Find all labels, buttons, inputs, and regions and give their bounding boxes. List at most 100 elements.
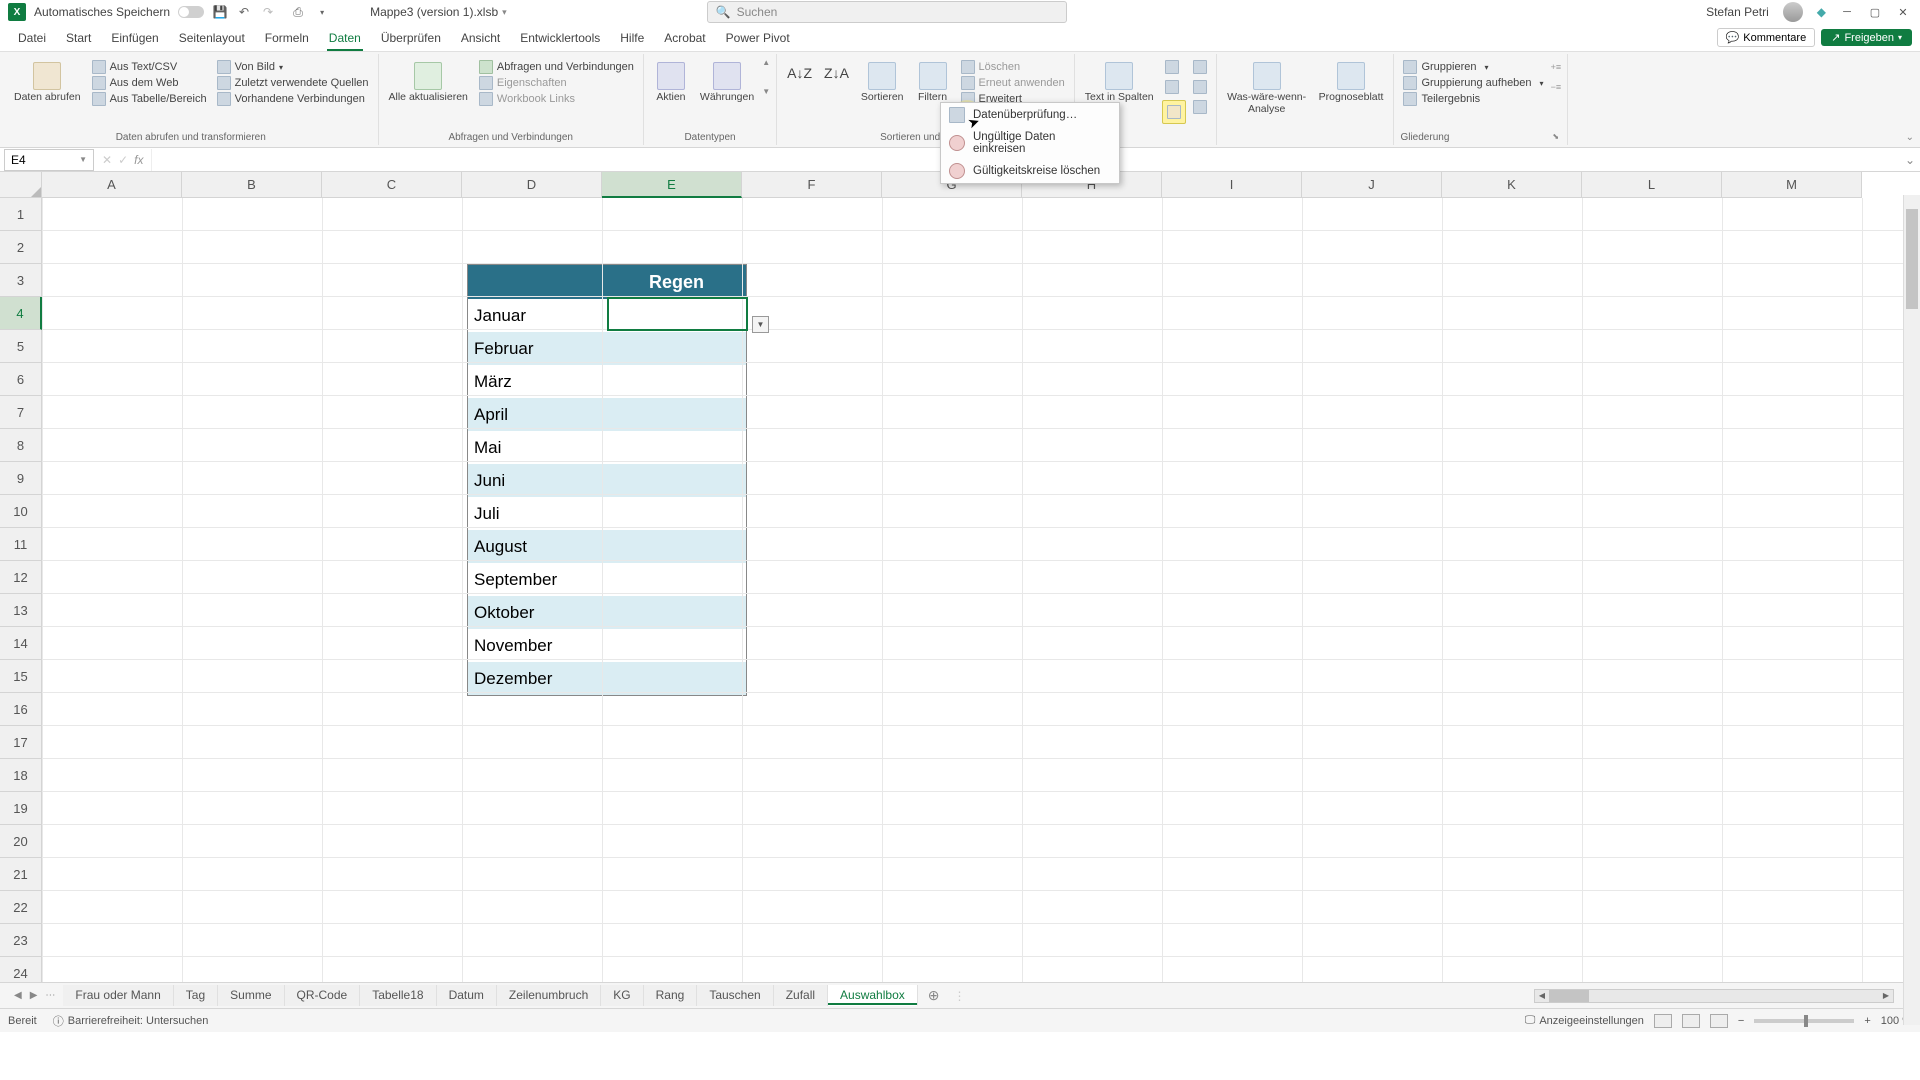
refresh-all-button[interactable]: Alle aktualisieren — [385, 58, 472, 106]
group-rows-button[interactable]: Gruppieren▾ — [1400, 60, 1546, 74]
search-input[interactable]: 🔍 Suchen — [707, 1, 1067, 23]
row-header-19[interactable]: 19 — [0, 792, 42, 825]
ungroup-button[interactable]: Gruppierung aufheben▾ — [1400, 76, 1546, 90]
relationships-button[interactable] — [1190, 80, 1210, 94]
tab-layout[interactable]: Seitenlayout — [169, 24, 255, 51]
tab-formulas[interactable]: Formeln — [255, 24, 319, 51]
collapse-ribbon-icon[interactable]: ⌄ — [1906, 132, 1914, 143]
row-header-22[interactable]: 22 — [0, 891, 42, 924]
name-box-arrow-icon[interactable]: ▼ — [79, 155, 87, 164]
recent-sources-button[interactable]: Zuletzt verwendete Quellen — [214, 76, 372, 90]
consolidate-button[interactable] — [1190, 60, 1210, 74]
sheet-tab-tauschen[interactable]: Tauschen — [697, 985, 773, 1006]
data-validation-button[interactable] — [1162, 100, 1186, 124]
new-sheet-icon[interactable]: ⊕ — [918, 987, 950, 1004]
row-header-15[interactable]: 15 — [0, 660, 42, 693]
sheet-nav-right-icon[interactable]: ▶ — [30, 990, 38, 1001]
tab-acrobat[interactable]: Acrobat — [654, 24, 715, 51]
view-break-icon[interactable] — [1710, 1014, 1728, 1028]
get-data-button[interactable]: Daten abrufen — [10, 58, 85, 106]
col-header-E[interactable]: E — [602, 172, 742, 198]
zoom-in-icon[interactable]: + — [1864, 1015, 1870, 1027]
tab-start[interactable]: Start — [56, 24, 101, 51]
qat-customize-icon[interactable]: ▾ — [314, 4, 330, 20]
cell-dropdown-icon[interactable]: ▼ — [752, 316, 769, 333]
autosave-toggle[interactable] — [178, 6, 204, 18]
from-table-button[interactable]: Aus Tabelle/Bereich — [89, 92, 210, 106]
col-header-C[interactable]: C — [322, 172, 462, 198]
tab-developer[interactable]: Entwicklertools — [510, 24, 610, 51]
sheet-tab-summe[interactable]: Summe — [218, 985, 284, 1006]
sheet-tab-auswahlbox[interactable]: Auswahlbox — [828, 985, 918, 1006]
minimize-icon[interactable]: ─ — [1840, 5, 1854, 19]
col-header-F[interactable]: F — [742, 172, 882, 198]
tab-powerpivot[interactable]: Power Pivot — [716, 24, 800, 51]
row-header-9[interactable]: 9 — [0, 462, 42, 495]
redo-icon[interactable]: ↷ — [260, 4, 276, 20]
row-header-8[interactable]: 8 — [0, 429, 42, 462]
sheet-tab-kg[interactable]: KG — [601, 985, 643, 1006]
forecast-button[interactable]: Prognoseblatt — [1315, 58, 1388, 106]
sheet-tab-rang[interactable]: Rang — [644, 985, 698, 1006]
sheet-tab-zufall[interactable]: Zufall — [774, 985, 828, 1006]
select-all-corner[interactable] — [0, 172, 42, 198]
col-header-L[interactable]: L — [1582, 172, 1722, 198]
sheet-tab-frau-oder-mann[interactable]: Frau oder Mann — [63, 985, 173, 1006]
comments-button[interactable]: 💬 Kommentare — [1717, 28, 1816, 47]
queries-button[interactable]: Abfragen und Verbindungen — [476, 60, 637, 74]
row-header-6[interactable]: 6 — [0, 363, 42, 396]
row-header-2[interactable]: 2 — [0, 231, 42, 264]
validation-settings-item[interactable]: Datenüberprüfung… — [941, 103, 1119, 127]
filename-dropdown-icon[interactable]: ▾ — [502, 7, 507, 18]
row-header-10[interactable]: 10 — [0, 495, 42, 528]
sort-button[interactable]: Sortieren — [857, 58, 908, 106]
row-header-5[interactable]: 5 — [0, 330, 42, 363]
zoom-slider[interactable] — [1754, 1019, 1854, 1023]
whatif-button[interactable]: Was-wäre-wenn-Analyse — [1223, 58, 1311, 117]
sheet-tab-qr-code[interactable]: QR-Code — [285, 985, 361, 1006]
row-header-11[interactable]: 11 — [0, 528, 42, 561]
row-header-18[interactable]: 18 — [0, 759, 42, 792]
row-header-13[interactable]: 13 — [0, 594, 42, 627]
row-header-12[interactable]: 12 — [0, 561, 42, 594]
view-normal-icon[interactable] — [1654, 1014, 1672, 1028]
circle-invalid-item[interactable]: Ungültige Daten einkreisen — [941, 127, 1119, 159]
row-header-23[interactable]: 23 — [0, 924, 42, 957]
sheet-tab-datum[interactable]: Datum — [437, 985, 497, 1006]
expand-fx-icon[interactable]: ⌄ — [1900, 153, 1920, 167]
row-header-20[interactable]: 20 — [0, 825, 42, 858]
tab-file[interactable]: Datei — [8, 24, 56, 51]
diamond-icon[interactable]: ◆ — [1817, 5, 1826, 19]
stocks-button[interactable]: Aktien — [650, 58, 692, 106]
sheet-nav-more-icon[interactable]: ⋯ — [45, 990, 55, 1001]
row-header-14[interactable]: 14 — [0, 627, 42, 660]
from-text-button[interactable]: Aus Text/CSV — [89, 60, 210, 74]
row-header-24[interactable]: 24 — [0, 957, 42, 982]
sheet-tab-zeilenumbruch[interactable]: Zeilenumbruch — [497, 985, 601, 1006]
col-header-K[interactable]: K — [1442, 172, 1582, 198]
maximize-icon[interactable]: ▢ — [1868, 5, 1882, 19]
row-header-3[interactable]: 3 — [0, 264, 42, 297]
clear-circles-item[interactable]: Gültigkeitskreise löschen — [941, 159, 1119, 183]
from-web-button[interactable]: Aus dem Web — [89, 76, 210, 90]
sheet-tab-tag[interactable]: Tag — [174, 985, 218, 1006]
remove-dup-button[interactable] — [1162, 80, 1186, 94]
data-model-button[interactable] — [1190, 100, 1210, 114]
save-icon[interactable]: 💾 — [212, 4, 228, 20]
row-header-1[interactable]: 1 — [0, 198, 42, 231]
show-detail-icon[interactable]: +≡ — [1551, 62, 1562, 72]
from-image-button[interactable]: Von Bild▾ — [214, 60, 372, 74]
accessibility-button[interactable]: ⓘ Barrierefreiheit: Untersuchen — [53, 1013, 209, 1029]
avatar[interactable] — [1783, 2, 1803, 22]
name-box[interactable]: E4 ▼ — [4, 149, 94, 171]
camera-icon[interactable]: ⎙ — [290, 4, 306, 20]
col-header-J[interactable]: J — [1302, 172, 1442, 198]
share-button[interactable]: ↗ Freigeben ▾ — [1821, 29, 1912, 46]
display-settings-button[interactable]: 🖵 Anzeigeeinstellungen — [1525, 1014, 1644, 1027]
sheet-tab-tabelle18[interactable]: Tabelle18 — [360, 985, 436, 1006]
close-icon[interactable]: ✕ — [1896, 5, 1910, 19]
tab-data[interactable]: Daten — [319, 24, 371, 51]
existing-conn-button[interactable]: Vorhandene Verbindungen — [214, 92, 372, 106]
subtotal-button[interactable]: Teilergebnis — [1400, 92, 1546, 106]
col-header-M[interactable]: M — [1722, 172, 1862, 198]
